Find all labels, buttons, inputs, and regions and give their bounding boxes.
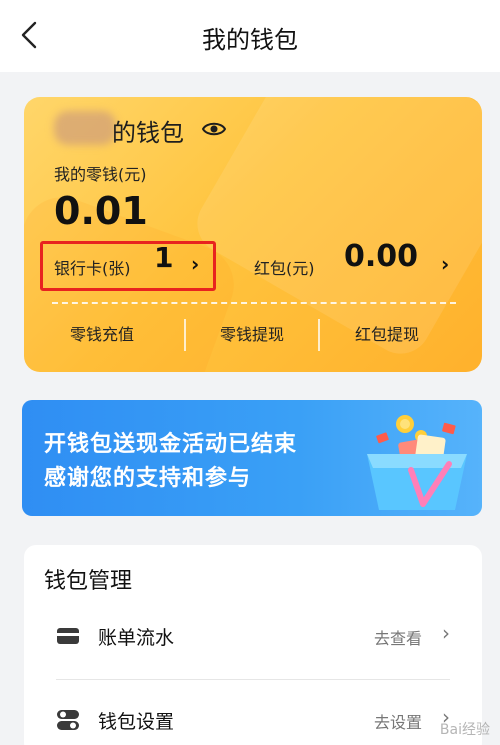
watermark: Bai经验 <box>439 722 490 738</box>
wallet-illustration-icon <box>367 415 467 510</box>
wallet-settings-label: 钱包设置 <box>98 711 175 733</box>
dashed-divider <box>52 302 456 304</box>
red-packet-balance[interactable]: 0.00 <box>344 239 418 274</box>
banner-line-2: 感谢您的支持和参与 <box>44 466 252 491</box>
divider <box>318 319 320 351</box>
page-title: 我的钱包 <box>202 26 298 54</box>
change-label: 我的零钱(元) <box>54 165 147 184</box>
recharge-button[interactable]: 零钱充值 <box>37 317 167 353</box>
eye-icon[interactable] <box>202 121 226 137</box>
section-title: 钱包管理 <box>44 569 133 594</box>
wallet-name: 的钱包 <box>112 119 184 147</box>
banner-line-1: 开钱包送现金活动已结束 <box>44 432 298 457</box>
promo-banner[interactable]: 开钱包送现金活动已结束 感谢您的支持和参与 <box>22 400 482 516</box>
wallet-settings-row[interactable]: 钱包设置 去设置 › <box>24 695 482 745</box>
wallet-actions: 零钱充值 零钱提现 红包提现 <box>24 317 482 353</box>
wallet-card: 的钱包 我的零钱(元) 0.01 银行卡(张) 1 › 红包(元) 0.00 ›… <box>24 97 482 372</box>
top-bar: 我的钱包 <box>0 0 500 72</box>
wallet-management-card: 钱包管理 账单流水 去查看 › 钱包设置 去设置 › <box>24 545 482 745</box>
bank-card-count[interactable]: 1 <box>154 241 173 274</box>
red-packet-withdraw-button[interactable]: 红包提现 <box>322 317 452 353</box>
view-link[interactable]: 去查看 <box>374 625 422 649</box>
settings-link[interactable]: 去设置 <box>374 709 422 733</box>
chevron-right-icon[interactable]: › <box>441 252 449 276</box>
settings-toggle-icon <box>57 710 79 730</box>
change-balance[interactable]: 0.01 <box>54 189 148 233</box>
row-divider <box>56 679 450 680</box>
bank-card-label[interactable]: 银行卡(张) <box>54 255 131 279</box>
chevron-right-icon[interactable]: › <box>442 621 450 645</box>
red-packet-label[interactable]: 红包(元) <box>254 255 315 279</box>
bill-flow-row[interactable]: 账单流水 去查看 › <box>24 611 482 663</box>
withdraw-button[interactable]: 零钱提现 <box>187 317 317 353</box>
divider <box>184 319 186 351</box>
chevron-right-icon[interactable]: › <box>191 252 199 276</box>
bill-flow-label: 账单流水 <box>98 627 175 649</box>
blurred-username <box>54 111 116 145</box>
bill-icon <box>57 628 79 644</box>
